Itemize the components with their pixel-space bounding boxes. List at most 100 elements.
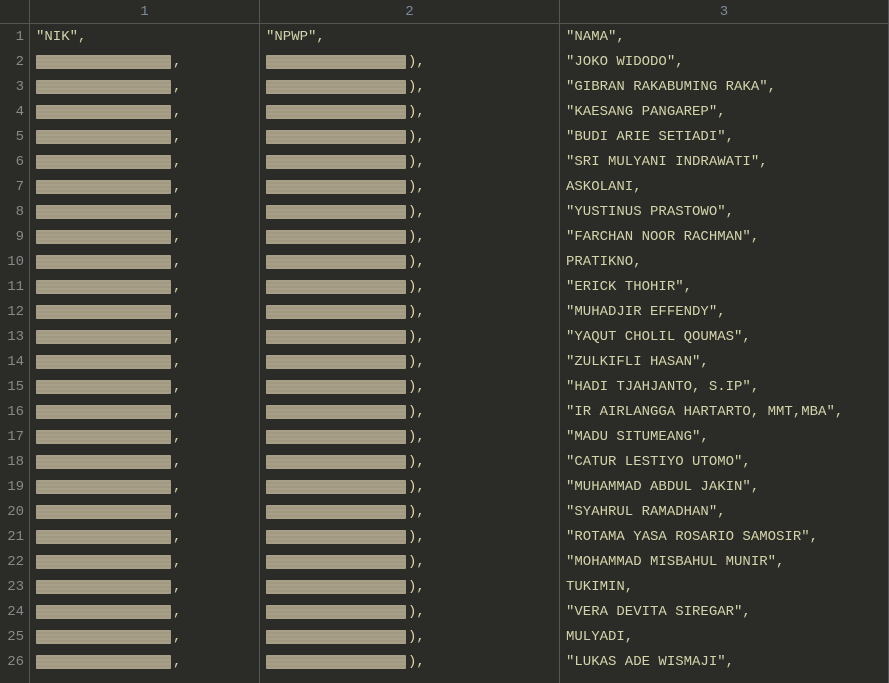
table-cell[interactable]: , xyxy=(30,424,259,449)
row-number[interactable]: 24 xyxy=(0,599,29,624)
table-cell[interactable]: , xyxy=(30,174,259,199)
table-cell[interactable]: "VERA DEVITA SIREGAR", xyxy=(560,599,888,624)
table-cell[interactable]: "ERICK THOHIR", xyxy=(560,274,888,299)
table-cell[interactable]: ), xyxy=(260,449,559,474)
table-cell[interactable]: ), xyxy=(260,524,559,549)
row-number[interactable]: 7 xyxy=(0,174,29,199)
row-number[interactable]: 15 xyxy=(0,374,29,399)
column-3[interactable]: 3 "NAMA","JOKO WIDODO","GIBRAN RAKABUMIN… xyxy=(560,0,889,683)
table-cell[interactable]: ), xyxy=(260,199,559,224)
table-cell[interactable]: , xyxy=(30,124,259,149)
column-1[interactable]: 1 "NIK",,,,,,,,,,,,,,,,,,,,,,,,,, xyxy=(30,0,260,683)
table-cell[interactable]: "YAQUT CHOLIL QOUMAS", xyxy=(560,324,888,349)
table-cell[interactable]: "CATUR LESTIYO UTOMO", xyxy=(560,449,888,474)
table-cell[interactable]: "HADI TJAHJANTO, S.IP", xyxy=(560,374,888,399)
table-cell[interactable]: "ZULKIFLI HASAN", xyxy=(560,349,888,374)
table-cell[interactable]: , xyxy=(30,74,259,99)
table-cell[interactable]: , xyxy=(30,649,259,674)
table-cell[interactable]: ), xyxy=(260,649,559,674)
table-cell[interactable]: "NPWP", xyxy=(260,24,559,49)
row-number[interactable]: 5 xyxy=(0,124,29,149)
table-cell[interactable]: , xyxy=(30,274,259,299)
table-cell[interactable]: , xyxy=(30,499,259,524)
table-cell[interactable]: MULYADI, xyxy=(560,624,888,649)
table-cell[interactable]: , xyxy=(30,474,259,499)
table-cell[interactable]: "MADU SITUMEANG", xyxy=(560,424,888,449)
row-number[interactable]: 26 xyxy=(0,649,29,674)
table-cell[interactable]: "SYAHRUL RAMADHAN", xyxy=(560,499,888,524)
data-grid[interactable]: 1234567891011121314151617181920212223242… xyxy=(0,0,889,683)
table-cell[interactable]: , xyxy=(30,349,259,374)
table-cell[interactable]: ), xyxy=(260,99,559,124)
table-cell[interactable]: , xyxy=(30,599,259,624)
row-number[interactable]: 25 xyxy=(0,624,29,649)
table-cell[interactable]: , xyxy=(30,524,259,549)
table-cell[interactable]: , xyxy=(30,199,259,224)
row-number[interactable]: 16 xyxy=(0,399,29,424)
table-cell[interactable]: ), xyxy=(260,174,559,199)
table-cell[interactable]: "GIBRAN RAKABUMING RAKA", xyxy=(560,74,888,99)
table-cell[interactable]: ), xyxy=(260,624,559,649)
table-cell[interactable]: "FARCHAN NOOR RACHMAN", xyxy=(560,224,888,249)
row-number[interactable]: 14 xyxy=(0,349,29,374)
table-cell[interactable]: , xyxy=(30,399,259,424)
table-cell[interactable]: ), xyxy=(260,274,559,299)
table-cell[interactable]: , xyxy=(30,624,259,649)
table-cell[interactable]: PRATIKNO, xyxy=(560,249,888,274)
row-number[interactable]: 19 xyxy=(0,474,29,499)
table-cell[interactable]: "MUHAMMAD ABDUL JAKIN", xyxy=(560,474,888,499)
table-cell[interactable]: "NAMA", xyxy=(560,24,888,49)
table-cell[interactable]: ), xyxy=(260,424,559,449)
table-cell[interactable]: ), xyxy=(260,249,559,274)
table-cell[interactable]: "KAESANG PANGAREP", xyxy=(560,99,888,124)
table-cell[interactable]: ), xyxy=(260,349,559,374)
table-cell[interactable]: ), xyxy=(260,74,559,99)
table-cell[interactable]: ), xyxy=(260,474,559,499)
table-cell[interactable]: "MOHAMMAD MISBAHUL MUNIR", xyxy=(560,549,888,574)
row-number[interactable]: 23 xyxy=(0,574,29,599)
table-cell[interactable]: "LUKAS ADE WISMAJI", xyxy=(560,649,888,674)
column-header-1[interactable]: 1 xyxy=(30,0,259,24)
row-number[interactable]: 1 xyxy=(0,24,29,49)
row-number[interactable]: 11 xyxy=(0,274,29,299)
row-number[interactable]: 21 xyxy=(0,524,29,549)
table-cell[interactable]: ), xyxy=(260,224,559,249)
table-cell[interactable]: "ROTAMA YASA ROSARIO SAMOSIR", xyxy=(560,524,888,549)
table-cell[interactable]: , xyxy=(30,549,259,574)
table-cell[interactable]: "SRI MULYANI INDRAWATI", xyxy=(560,149,888,174)
row-number[interactable]: 6 xyxy=(0,149,29,174)
table-cell[interactable]: "IR AIRLANGGA HARTARTO, MMT,MBA", xyxy=(560,399,888,424)
row-number[interactable]: 17 xyxy=(0,424,29,449)
table-cell[interactable]: ), xyxy=(260,299,559,324)
table-cell[interactable]: , xyxy=(30,324,259,349)
row-number[interactable]: 4 xyxy=(0,99,29,124)
column-2[interactable]: 2 "NPWP",),),),),),),),),),),),),),),),)… xyxy=(260,0,560,683)
table-cell[interactable]: ), xyxy=(260,49,559,74)
table-cell[interactable]: "BUDI ARIE SETIADI", xyxy=(560,124,888,149)
row-number[interactable]: 18 xyxy=(0,449,29,474)
table-cell[interactable]: , xyxy=(30,149,259,174)
table-cell[interactable]: , xyxy=(30,374,259,399)
table-cell[interactable]: ), xyxy=(260,149,559,174)
row-number[interactable]: 2 xyxy=(0,49,29,74)
row-number[interactable]: 20 xyxy=(0,499,29,524)
table-cell[interactable]: , xyxy=(30,449,259,474)
table-cell[interactable]: ASKOLANI, xyxy=(560,174,888,199)
row-number[interactable]: 8 xyxy=(0,199,29,224)
table-cell[interactable]: , xyxy=(30,299,259,324)
table-cell[interactable]: ), xyxy=(260,124,559,149)
table-cell[interactable]: TUKIMIN, xyxy=(560,574,888,599)
column-header-2[interactable]: 2 xyxy=(260,0,559,24)
table-cell[interactable]: , xyxy=(30,249,259,274)
table-cell[interactable]: ), xyxy=(260,499,559,524)
table-cell[interactable]: , xyxy=(30,99,259,124)
table-cell[interactable]: "NIK", xyxy=(30,24,259,49)
table-cell[interactable]: "YUSTINUS PRASTOWO", xyxy=(560,199,888,224)
table-cell[interactable]: , xyxy=(30,574,259,599)
row-number[interactable]: 9 xyxy=(0,224,29,249)
table-cell[interactable]: , xyxy=(30,224,259,249)
row-number[interactable]: 12 xyxy=(0,299,29,324)
table-cell[interactable]: ), xyxy=(260,374,559,399)
column-header-3[interactable]: 3 xyxy=(560,0,888,24)
table-cell[interactable]: ), xyxy=(260,574,559,599)
